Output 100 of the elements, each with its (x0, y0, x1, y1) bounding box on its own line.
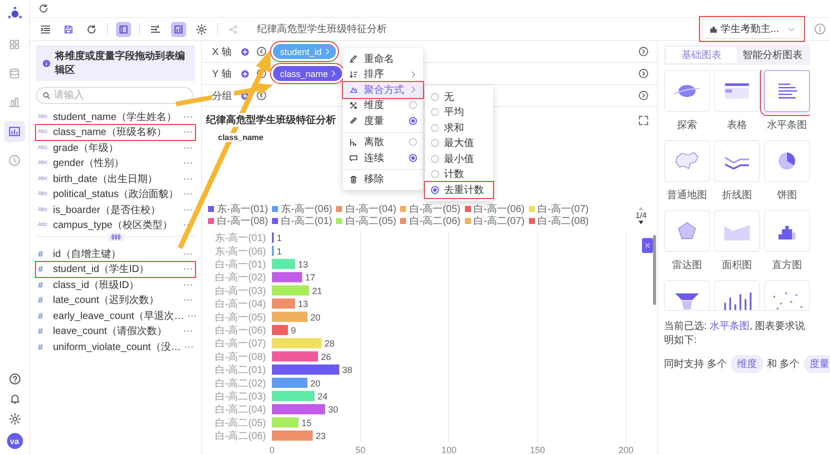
search-icon (42, 91, 51, 100)
close-button[interactable] (642, 238, 653, 253)
back-icon[interactable] (256, 90, 267, 101)
legend-label[interactable]: 白-高二(06) (409, 214, 460, 228)
chart-type-label: 饼图 (777, 189, 797, 202)
help-icon[interactable] (8, 373, 20, 385)
menu-item[interactable]: 连续 (343, 150, 423, 166)
value-label: 30 (328, 404, 338, 415)
field-pill[interactable]: class_name (273, 66, 342, 81)
legend-label[interactable]: 白-高一(07) (538, 202, 589, 216)
tick-label: 100 (441, 445, 457, 455)
radio-button[interactable] (409, 154, 417, 162)
more-icon[interactable] (183, 130, 193, 134)
chevron-icon (324, 48, 331, 55)
value-label: 15 (302, 418, 312, 428)
avatar[interactable]: va (6, 433, 22, 449)
drag-handle[interactable] (108, 233, 124, 241)
bar-chart-icon (708, 24, 718, 34)
more-icon[interactable] (183, 298, 193, 302)
legend-label[interactable]: 白-高一(04) (345, 202, 396, 216)
add-icon[interactable] (240, 68, 250, 78)
field-item[interactable]: # class_id（班级ID） (36, 277, 195, 292)
field-item[interactable]: # leave_count（请假次数） (36, 324, 195, 339)
legend-label[interactable]: 东-高一(06) (281, 202, 332, 216)
value-label: 9 (290, 326, 296, 336)
chart-icon (349, 85, 358, 94)
menu-item[interactable]: 最大值 (425, 136, 493, 151)
legend-label[interactable]: 白-高二(08) (538, 214, 589, 228)
settings-icon[interactable] (8, 413, 20, 425)
radio-button[interactable] (431, 186, 439, 194)
more-icon[interactable] (183, 114, 193, 119)
add-icon[interactable] (240, 90, 250, 100)
up-arrow-icon[interactable] (638, 206, 644, 210)
legend-label[interactable]: 白-高二(01) (281, 214, 332, 228)
dataset-select[interactable]: 学生考勤主... (702, 19, 802, 39)
chart-type-label: 直方图 (772, 258, 802, 272)
menu-item[interactable]: 重命名 (343, 51, 423, 66)
selection-note: 当前已选: 水平条图, 图表要求说明如下: (664, 310, 810, 347)
chart-type-label: 面积图 (722, 259, 752, 272)
more-icon[interactable] (187, 314, 198, 318)
field-item[interactable]: # late_count（迟到次数） (36, 292, 195, 308)
selected-chart-link[interactable]: 水平条图 (710, 321, 750, 332)
chart-type-label: 水平条图 (767, 118, 807, 132)
expand-icon[interactable] (638, 114, 649, 126)
menu-item[interactable]: 离散 (343, 132, 423, 150)
menu-item[interactable]: 平均 (425, 104, 493, 120)
info-icon[interactable] (814, 23, 826, 35)
legend-label[interactable]: 白-高一(08) (217, 214, 268, 228)
value-label: 13 (298, 299, 308, 310)
legend-label[interactable]: 白-高一(06) (474, 202, 525, 216)
menu-item[interactable]: 最小值 (425, 151, 493, 166)
menu-item[interactable]: 排序 (343, 66, 423, 82)
more-icon[interactable] (183, 176, 193, 181)
chart-icon[interactable] (4, 121, 25, 142)
menu-item[interactable]: 无 (425, 89, 493, 104)
step-icon (349, 138, 358, 147)
settings-icon[interactable] (194, 22, 209, 36)
more-icon[interactable] (183, 267, 193, 272)
menu-item[interactable]: 维度 (343, 98, 423, 113)
refresh-icon[interactable] (38, 3, 49, 14)
more-icon[interactable] (183, 192, 193, 196)
forward-icon[interactable] (638, 46, 649, 57)
panel-icon[interactable] (116, 22, 131, 36)
field-item[interactable]: # student_id（学生ID） (36, 262, 195, 277)
more-icon[interactable] (183, 282, 193, 287)
field-item[interactable]: # id（自增主键） (36, 246, 195, 262)
more-icon[interactable] (184, 344, 194, 349)
search-field[interactable]: 请输入 (36, 87, 193, 104)
more-icon[interactable] (183, 329, 193, 334)
forward-icon[interactable] (638, 68, 649, 79)
tab[interactable]: 智能分析图表 (737, 47, 808, 63)
back-icon[interactable] (256, 46, 267, 57)
menu-item[interactable]: 移除 (343, 168, 423, 187)
value-label: 1 (276, 233, 282, 244)
menu-item[interactable]: 度量 (343, 113, 423, 128)
radio-button[interactable] (409, 116, 417, 125)
forward-icon[interactable] (638, 90, 649, 101)
field-item[interactable]: # early_leave_count（早退次… (36, 308, 195, 324)
axis-name: 分组 (212, 88, 234, 102)
more-icon[interactable] (183, 252, 193, 256)
menu-item[interactable]: 去重计数 (425, 182, 493, 198)
more-icon[interactable] (183, 161, 193, 166)
bell-icon[interactable] (8, 393, 20, 405)
menu-item[interactable]: 求和 (425, 120, 493, 136)
scrollbar[interactable] (653, 235, 656, 305)
value-label: 21 (312, 286, 322, 296)
legend-label[interactable]: 白-高二(07) (474, 214, 525, 228)
down-arrow-icon[interactable] (638, 220, 644, 224)
more-icon[interactable] (183, 146, 193, 150)
legend-label[interactable]: 白-高一(05) (409, 202, 460, 216)
legend-label[interactable]: 东-高一(01) (217, 202, 268, 216)
more-icon[interactable] (183, 208, 193, 212)
legend-label[interactable]: 白-高二(05) (345, 214, 396, 228)
info-icon (42, 58, 51, 68)
chart-title: 纪律高危型学生班级特征分析 (206, 113, 336, 127)
add-icon[interactable] (240, 46, 250, 56)
menu-item[interactable]: 聚合方式 (343, 82, 423, 98)
field-item[interactable]: # uniform_violate_count（没… (36, 339, 195, 354)
menu-item[interactable]: 计数 (425, 166, 493, 182)
chart-icon[interactable] (171, 22, 186, 36)
